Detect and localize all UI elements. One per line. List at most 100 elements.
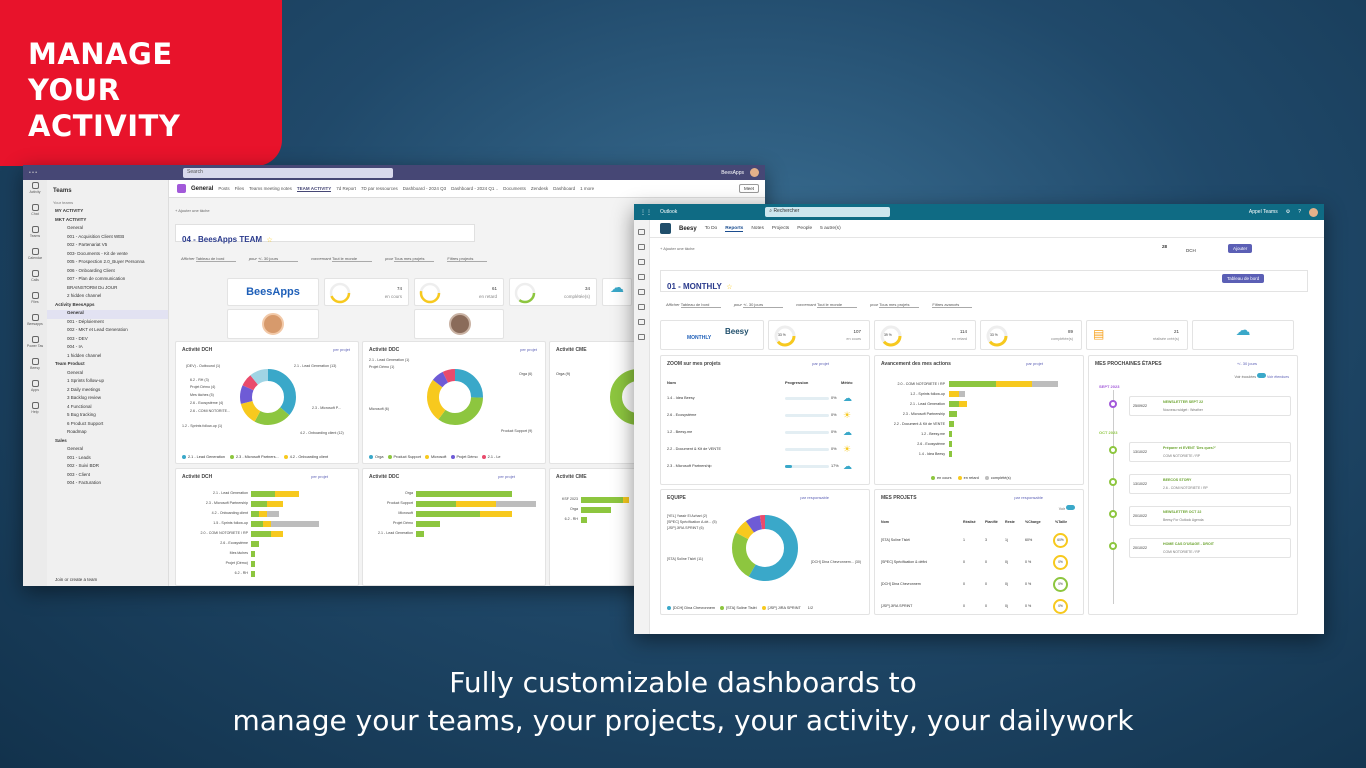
channel-item[interactable]: 1 Sprints follow-up	[47, 378, 168, 387]
avatar[interactable]	[1309, 207, 1318, 217]
project-name[interactable]: 1.4 - Idea Beesy	[667, 396, 695, 400]
tab-item[interactable]: Zendesk	[531, 186, 548, 192]
rail-item-chat[interactable]: Chat	[24, 204, 46, 224]
filter-people[interactable]: Tout le monde	[332, 256, 372, 262]
timeline-item[interactable]: 20/10/22 HOME CAS D'USAGE - DROIT COMI NOT…	[1129, 538, 1291, 558]
timeline-item[interactable]: 13/10/22 Préparer et EVENT 'Des ques?' COM…	[1129, 442, 1291, 462]
add-task-input[interactable]: + Ajouter une tâche	[175, 208, 210, 213]
channel-item[interactable]: General	[47, 370, 168, 379]
dashboard-title[interactable]: 04 - BeesApps TEAM	[182, 235, 262, 244]
teams-search-input[interactable]: Search	[183, 167, 394, 178]
team-item[interactable]: Team Product	[47, 361, 168, 370]
project-name[interactable]: 1.2 - Beesy.me	[667, 430, 692, 434]
team-item[interactable]: Sales	[47, 438, 168, 447]
dashboard-title[interactable]: 01 - MONTHLY	[667, 282, 722, 291]
project-name[interactable]: 2.3 - Microsoft Partnership	[667, 464, 712, 468]
filter-period[interactable]: +/- 30 jours	[257, 256, 298, 262]
dashboard-button[interactable]: Tableau de bord	[1222, 274, 1265, 283]
teams-call-button[interactable]: Appel Teams	[1249, 209, 1278, 215]
channel-item[interactable]: 003 - DEV	[47, 336, 168, 345]
filter-projects[interactable]: Tous mes projets	[879, 302, 920, 308]
meet-button[interactable]: Meet	[738, 184, 759, 193]
rail-item-teams[interactable]: Teams	[24, 226, 46, 246]
rail-item-activity[interactable]: Activity	[24, 182, 46, 202]
apps-grid-icon[interactable]: ⋮⋮	[640, 209, 652, 216]
channel-item[interactable]: 002 - MKT et Lead Generation	[47, 327, 168, 336]
rail-item-beesy[interactable]: Beesy	[24, 358, 46, 378]
tab-item[interactable]: Dashboard - 2024 Q1 ..	[451, 186, 498, 192]
rail-item-beesapps[interactable]: Beesapps	[24, 314, 46, 334]
filter-display[interactable]: Tableau de bord	[680, 302, 721, 308]
rail-item-files[interactable]: Files	[24, 292, 46, 312]
project-name[interactable]: [JSP] JIRA SPRINT	[881, 604, 912, 608]
channel-item[interactable]: BRAINSTORM Du JOUR	[47, 285, 168, 294]
channel-item[interactable]: 2 hidden channel	[47, 293, 168, 302]
channel-item[interactable]: 2 Daily meetings	[47, 387, 168, 396]
channel-item[interactable]: General	[47, 225, 168, 234]
star-icon[interactable]: ☆	[266, 237, 272, 244]
project-name[interactable]: [SPEC] Spécification & défini	[881, 560, 927, 564]
help-icon[interactable]: ?	[1298, 209, 1301, 215]
filter-advanced[interactable]: Filtres projects	[447, 256, 488, 262]
tab-item[interactable]: 7D par ressources	[361, 186, 398, 192]
filter-projects[interactable]: Tous mes projets	[394, 256, 435, 262]
channel-item[interactable]: 001 - Leads	[47, 455, 168, 464]
channel-item[interactable]: General	[47, 446, 168, 455]
nav-more[interactable]: 5 autre(s)	[820, 226, 841, 231]
channel-item[interactable]: 001 - Acquisition Client WEB	[47, 234, 168, 243]
channel-item[interactable]: 004 - IA	[47, 344, 168, 353]
nav-reports[interactable]: Reports	[725, 226, 744, 232]
tab-item[interactable]: Dashboard	[553, 186, 575, 192]
tab-item[interactable]: Dashboard - 2024 Q3	[403, 186, 446, 192]
channel-item[interactable]: 001 - Déploiement	[47, 319, 168, 328]
avatar[interactable]	[449, 313, 471, 335]
channel-item[interactable]: 003- Documents - Kit de vente	[47, 251, 168, 260]
project-name[interactable]: [DCH] Dina Chevronnem	[881, 582, 921, 586]
channel-item[interactable]: 002 - Partenariat V5	[47, 242, 168, 251]
channel-item[interactable]: 005 - Prospection 2.0_Buyer Personna	[47, 259, 168, 268]
rail-item-apps[interactable]: Apps	[24, 380, 46, 400]
star-icon[interactable]: ☆	[726, 284, 732, 291]
toggle-elapsed[interactable]: Voir écoulées Voir étendues	[1234, 373, 1289, 379]
channel-item[interactable]: Roadmap	[47, 429, 168, 438]
channel-item[interactable]: 002 - Suivi BDR	[47, 463, 168, 472]
filter-people[interactable]: Tout le monde	[817, 302, 857, 308]
channel-item[interactable]: 006 - Onboarding Client	[47, 268, 168, 277]
rail-item-power-tas[interactable]: Power Tas	[24, 336, 46, 356]
channel-item[interactable]: General	[47, 310, 168, 319]
tab-item[interactable]: Teams meeting notes	[249, 186, 292, 192]
tab-item[interactable]: 7d Report	[336, 186, 356, 192]
tab-item[interactable]: Posts	[218, 186, 229, 192]
project-name[interactable]: 2.6 - Ecosystème	[667, 413, 696, 417]
channel-item[interactable]: 1 hidden channel	[47, 353, 168, 362]
filter-advanced[interactable]: Filtres avancés	[932, 302, 973, 308]
channel-item[interactable]: 4 Functional	[47, 404, 168, 413]
tab-item[interactable]: TEAM ACTIVITY	[296, 186, 332, 192]
tab-item[interactable]: 1 more	[580, 186, 594, 192]
channel-item[interactable]: 003 - Client	[47, 472, 168, 481]
rail-item-help[interactable]: Help	[24, 402, 46, 422]
join-team-link[interactable]: Join or create a team	[55, 577, 97, 582]
nav-todo[interactable]: To Do	[705, 226, 718, 231]
nav-notes[interactable]: Notes	[751, 226, 764, 231]
timeline-item[interactable]: 13/10/22 BEECOS STORY 2.6 - COMI NOTORIETE…	[1129, 474, 1291, 494]
settings-icon[interactable]: ⚙	[1286, 209, 1290, 215]
nav-projects[interactable]: Projects	[772, 226, 789, 231]
filter-display[interactable]: Tableau de bord	[195, 256, 236, 262]
rail-item-calls[interactable]: Calls	[24, 270, 46, 290]
add-button[interactable]: Ajouter	[1228, 244, 1253, 253]
tab-item[interactable]: Files	[235, 186, 245, 192]
channel-item[interactable]: 6 Product Support	[47, 421, 168, 430]
outlook-search-input[interactable]: ⌕ Rechercher	[765, 207, 891, 217]
channel-item[interactable]: 5 Bug tracking	[47, 412, 168, 421]
project-name[interactable]: [STA] Soline Tisléi	[881, 538, 910, 542]
project-name[interactable]: 2.2 - Document & Kit de VENTE	[667, 447, 721, 451]
avatar[interactable]	[262, 313, 284, 335]
timeline-item[interactable]: 20/10/22 NEWSLETTER OCT 22 Beesy For Outlo…	[1129, 506, 1291, 526]
channel-item[interactable]: 007 - Plan de communication	[47, 276, 168, 285]
team-item[interactable]: Activity BeesApps	[47, 302, 168, 311]
channel-item[interactable]: 004 - Facturation	[47, 480, 168, 489]
channel-item[interactable]: 3 Backlog review	[47, 395, 168, 404]
filter-period[interactable]: +/- 30 jours	[742, 302, 783, 308]
nav-people[interactable]: People	[797, 226, 812, 231]
